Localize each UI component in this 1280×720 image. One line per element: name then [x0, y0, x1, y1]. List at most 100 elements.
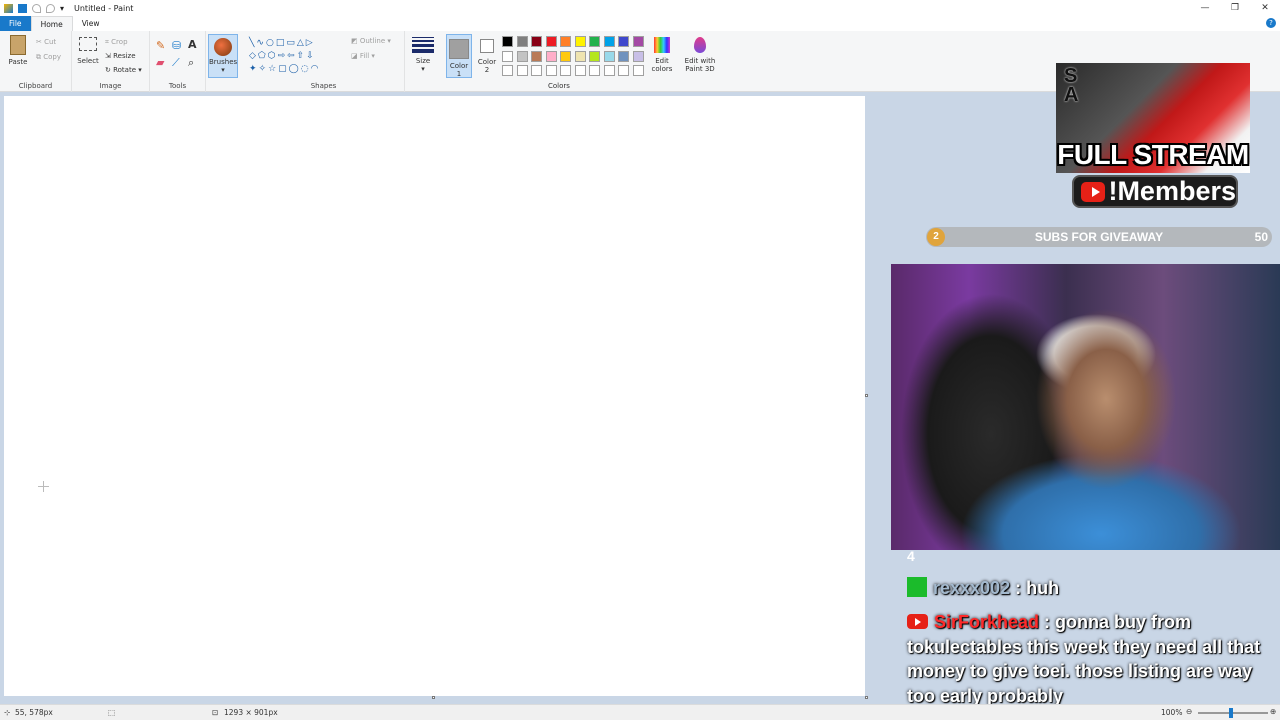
color-swatch[interactable]: [589, 36, 600, 47]
chat-text: : huh: [1015, 578, 1060, 598]
shapes-group: ╲∿○□▭△▷ ◇⬠⬡⇨⇦⇧⇩ ✦✧☆▢◯◌◠ ◩ Outline ▾ ◪ Fill…: [243, 31, 405, 92]
clipboard-group-label: Clipboard: [18, 82, 53, 90]
copy-button[interactable]: ⧉ Copy: [36, 53, 61, 62]
tab-home[interactable]: Home: [30, 16, 73, 31]
color-swatch[interactable]: [618, 36, 629, 47]
color-swatch[interactable]: [502, 36, 513, 47]
shapes-gallery[interactable]: ╲∿○□▭△▷ ◇⬠⬡⇨⇦⇧⇩ ✦✧☆▢◯◌◠: [249, 37, 345, 77]
paint3d-icon: [694, 37, 706, 53]
zoom-out-icon[interactable]: ⊖: [1186, 707, 1192, 716]
chat-overlay: 4 rexxx002 : huh SirForkhead : gonna buy…: [891, 548, 1280, 706]
brushes-button[interactable]: Brushes ▾: [208, 34, 238, 78]
clipboard-group: Paste ✂ Cut ⧉ Copy Clipboard: [0, 31, 72, 92]
image-group-label: Image: [99, 82, 122, 90]
save-icon[interactable]: [18, 3, 27, 13]
edit-colors-label: Edit colors: [651, 57, 673, 73]
zoom-level: 100%: [1161, 708, 1183, 717]
help-icon[interactable]: ?: [1266, 18, 1276, 28]
fill-button[interactable]: ◪ Fill ▾: [351, 52, 375, 60]
crosshair-cursor-icon: [38, 481, 49, 492]
select-rectangle-icon: [79, 37, 97, 51]
crop-button[interactable]: ⌗ Crop: [105, 38, 128, 47]
pencil-icon[interactable]: ✎: [156, 39, 165, 52]
tab-file[interactable]: File: [0, 16, 31, 31]
magnifier-icon[interactable]: ⌕: [188, 56, 194, 70]
restore-button[interactable]: ❐: [1220, 0, 1250, 16]
color-swatch[interactable]: [545, 65, 557, 76]
select-button[interactable]: Select: [76, 37, 100, 65]
redo-icon[interactable]: [46, 3, 55, 13]
color-swatch[interactable]: [531, 36, 542, 47]
color-swatch[interactable]: [589, 50, 600, 62]
cut-button[interactable]: ✂ Cut: [36, 38, 56, 46]
selection-size-icon: ⬚: [108, 708, 116, 717]
select-label: Select: [77, 57, 99, 65]
close-button[interactable]: ✕: [1250, 0, 1280, 16]
color-swatch[interactable]: [574, 50, 586, 62]
eraser-icon[interactable]: ▰: [156, 56, 164, 69]
color-swatch[interactable]: [502, 50, 513, 62]
color-swatch[interactable]: [516, 50, 528, 62]
zoom-in-icon[interactable]: ⊕: [1270, 707, 1276, 716]
edit-paint3d-label: Edit with Paint 3D: [684, 57, 716, 73]
image-group: Select ⌗ Crop ⇲ Resize ↻ Rotate ▾ Image: [72, 31, 150, 92]
color-swatch[interactable]: [574, 36, 586, 47]
undo-icon[interactable]: [32, 3, 41, 13]
paste-label: Paste: [8, 58, 28, 66]
color-swatch[interactable]: [531, 65, 542, 76]
color-swatch[interactable]: [502, 65, 513, 76]
color-picker-icon[interactable]: ⟋: [172, 56, 180, 70]
color-swatch[interactable]: [545, 50, 557, 62]
subs-goal-bar: 2 SUBS FOR GIVEAWAY 50: [926, 227, 1272, 247]
color-swatch[interactable]: [516, 36, 528, 47]
color-swatch[interactable]: [545, 36, 557, 47]
color-swatch[interactable]: [574, 65, 586, 76]
color-swatch[interactable]: [603, 65, 615, 76]
cut-label: Cut: [44, 38, 57, 46]
color-swatch[interactable]: [589, 65, 600, 76]
paste-button[interactable]: Paste: [4, 35, 32, 66]
color-swatch[interactable]: [560, 65, 571, 76]
outline-label: Outline: [359, 37, 386, 45]
color2-label: Color 2: [477, 58, 497, 74]
brush-icon: [214, 38, 232, 56]
cursor-position: 55, 578px: [15, 708, 53, 717]
outline-button[interactable]: ◩ Outline ▾: [351, 37, 391, 45]
resize-label: Resize: [113, 52, 136, 60]
color-swatch[interactable]: [560, 36, 571, 47]
color-swatch[interactable]: [603, 50, 615, 62]
color-swatch[interactable]: [603, 36, 615, 47]
rotate-button[interactable]: ↻ Rotate ▾: [105, 66, 142, 74]
canvas-resize-handle-right[interactable]: [865, 394, 868, 397]
color-swatch[interactable]: [560, 50, 571, 62]
customize-qat-chevron-icon[interactable]: ▾: [60, 4, 66, 13]
color-wheel-icon: [654, 37, 670, 53]
zoom-slider-thumb[interactable]: [1229, 708, 1233, 718]
text-tool-icon[interactable]: A: [188, 38, 197, 51]
color2-button[interactable]: Color 2: [476, 37, 498, 74]
line-size-icon: [412, 37, 434, 53]
color-swatch[interactable]: [632, 50, 644, 62]
color-swatch[interactable]: [618, 65, 629, 76]
drawing-canvas[interactable]: [4, 96, 865, 696]
zoom-slider[interactable]: [1198, 712, 1268, 714]
full-stream-promo: S A FULL STREAM !Members: [1056, 63, 1250, 209]
edit-colors-button[interactable]: Edit colors: [648, 37, 676, 73]
color1-button[interactable]: Color 1: [446, 34, 472, 78]
shapes-group-label: Shapes: [310, 82, 337, 90]
color-swatch[interactable]: [618, 50, 629, 62]
chat-message: rexxx002 : huh: [907, 576, 1268, 601]
color-swatch[interactable]: [531, 50, 542, 62]
canvas-resize-handle-bottom[interactable]: [432, 696, 435, 699]
minimize-button[interactable]: —: [1190, 0, 1220, 16]
edit-paint3d-button[interactable]: Edit with Paint 3D: [681, 37, 719, 73]
color-swatch[interactable]: [632, 36, 644, 47]
canvas-resize-handle-corner[interactable]: [865, 696, 868, 699]
tools-group-label: Tools: [168, 82, 187, 90]
fill-bucket-icon[interactable]: ⛁: [172, 39, 181, 52]
resize-button[interactable]: ⇲ Resize: [105, 52, 136, 60]
tab-view[interactable]: View: [73, 16, 109, 31]
color-swatch[interactable]: [516, 65, 528, 76]
color-swatch[interactable]: [632, 65, 644, 76]
size-button[interactable]: Size ▾: [408, 37, 438, 73]
